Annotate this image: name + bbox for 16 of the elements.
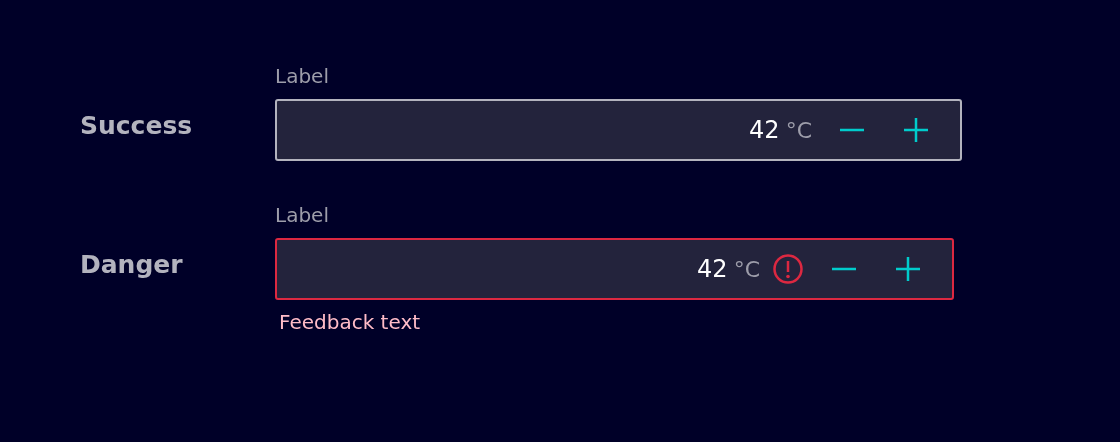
unit-label: °C [733,255,760,284]
unit-label: °C [785,116,812,145]
feedback-text: Feedback text [279,309,422,336]
input-value: 42 [697,254,728,285]
minus-icon [840,128,864,132]
row-title: Danger [80,249,184,281]
input-value: 42 [749,115,780,146]
number-input[interactable]: 42 °C [275,238,954,300]
number-input[interactable]: 42 °C [275,99,962,161]
row-title: Success [80,110,194,142]
plus-icon [904,118,928,142]
error-icon [772,253,804,285]
minus-icon [832,267,856,271]
field-label: Label [275,202,330,229]
field-label: Label [275,63,330,90]
plus-icon [896,257,920,281]
